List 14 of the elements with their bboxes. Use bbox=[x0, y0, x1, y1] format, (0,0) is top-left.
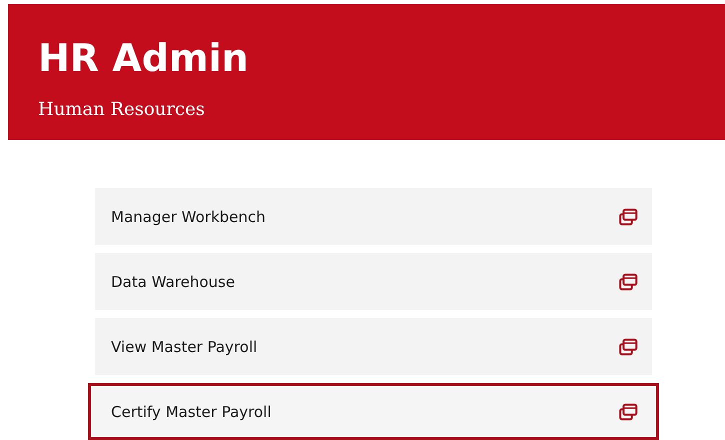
windows-icon bbox=[618, 272, 638, 290]
windows-icon bbox=[618, 402, 638, 420]
link-tile[interactable]: Data Warehouse bbox=[95, 253, 652, 310]
windows-icon bbox=[618, 208, 638, 226]
link-tile[interactable]: View Master Payroll bbox=[95, 318, 652, 375]
link-tile[interactable]: Manager Workbench bbox=[95, 188, 652, 245]
windows-icon bbox=[618, 338, 638, 356]
link-label: Certify Master Payroll bbox=[111, 402, 272, 420]
app-subtitle: Human Resources bbox=[38, 99, 205, 120]
link-label: View Master Payroll bbox=[111, 338, 258, 356]
app-title: HR Admin bbox=[38, 35, 249, 82]
link-label: Data Warehouse bbox=[111, 272, 235, 290]
link-label: Manager Workbench bbox=[111, 208, 266, 226]
link-tile[interactable]: Certify Master Payroll bbox=[88, 383, 659, 440]
